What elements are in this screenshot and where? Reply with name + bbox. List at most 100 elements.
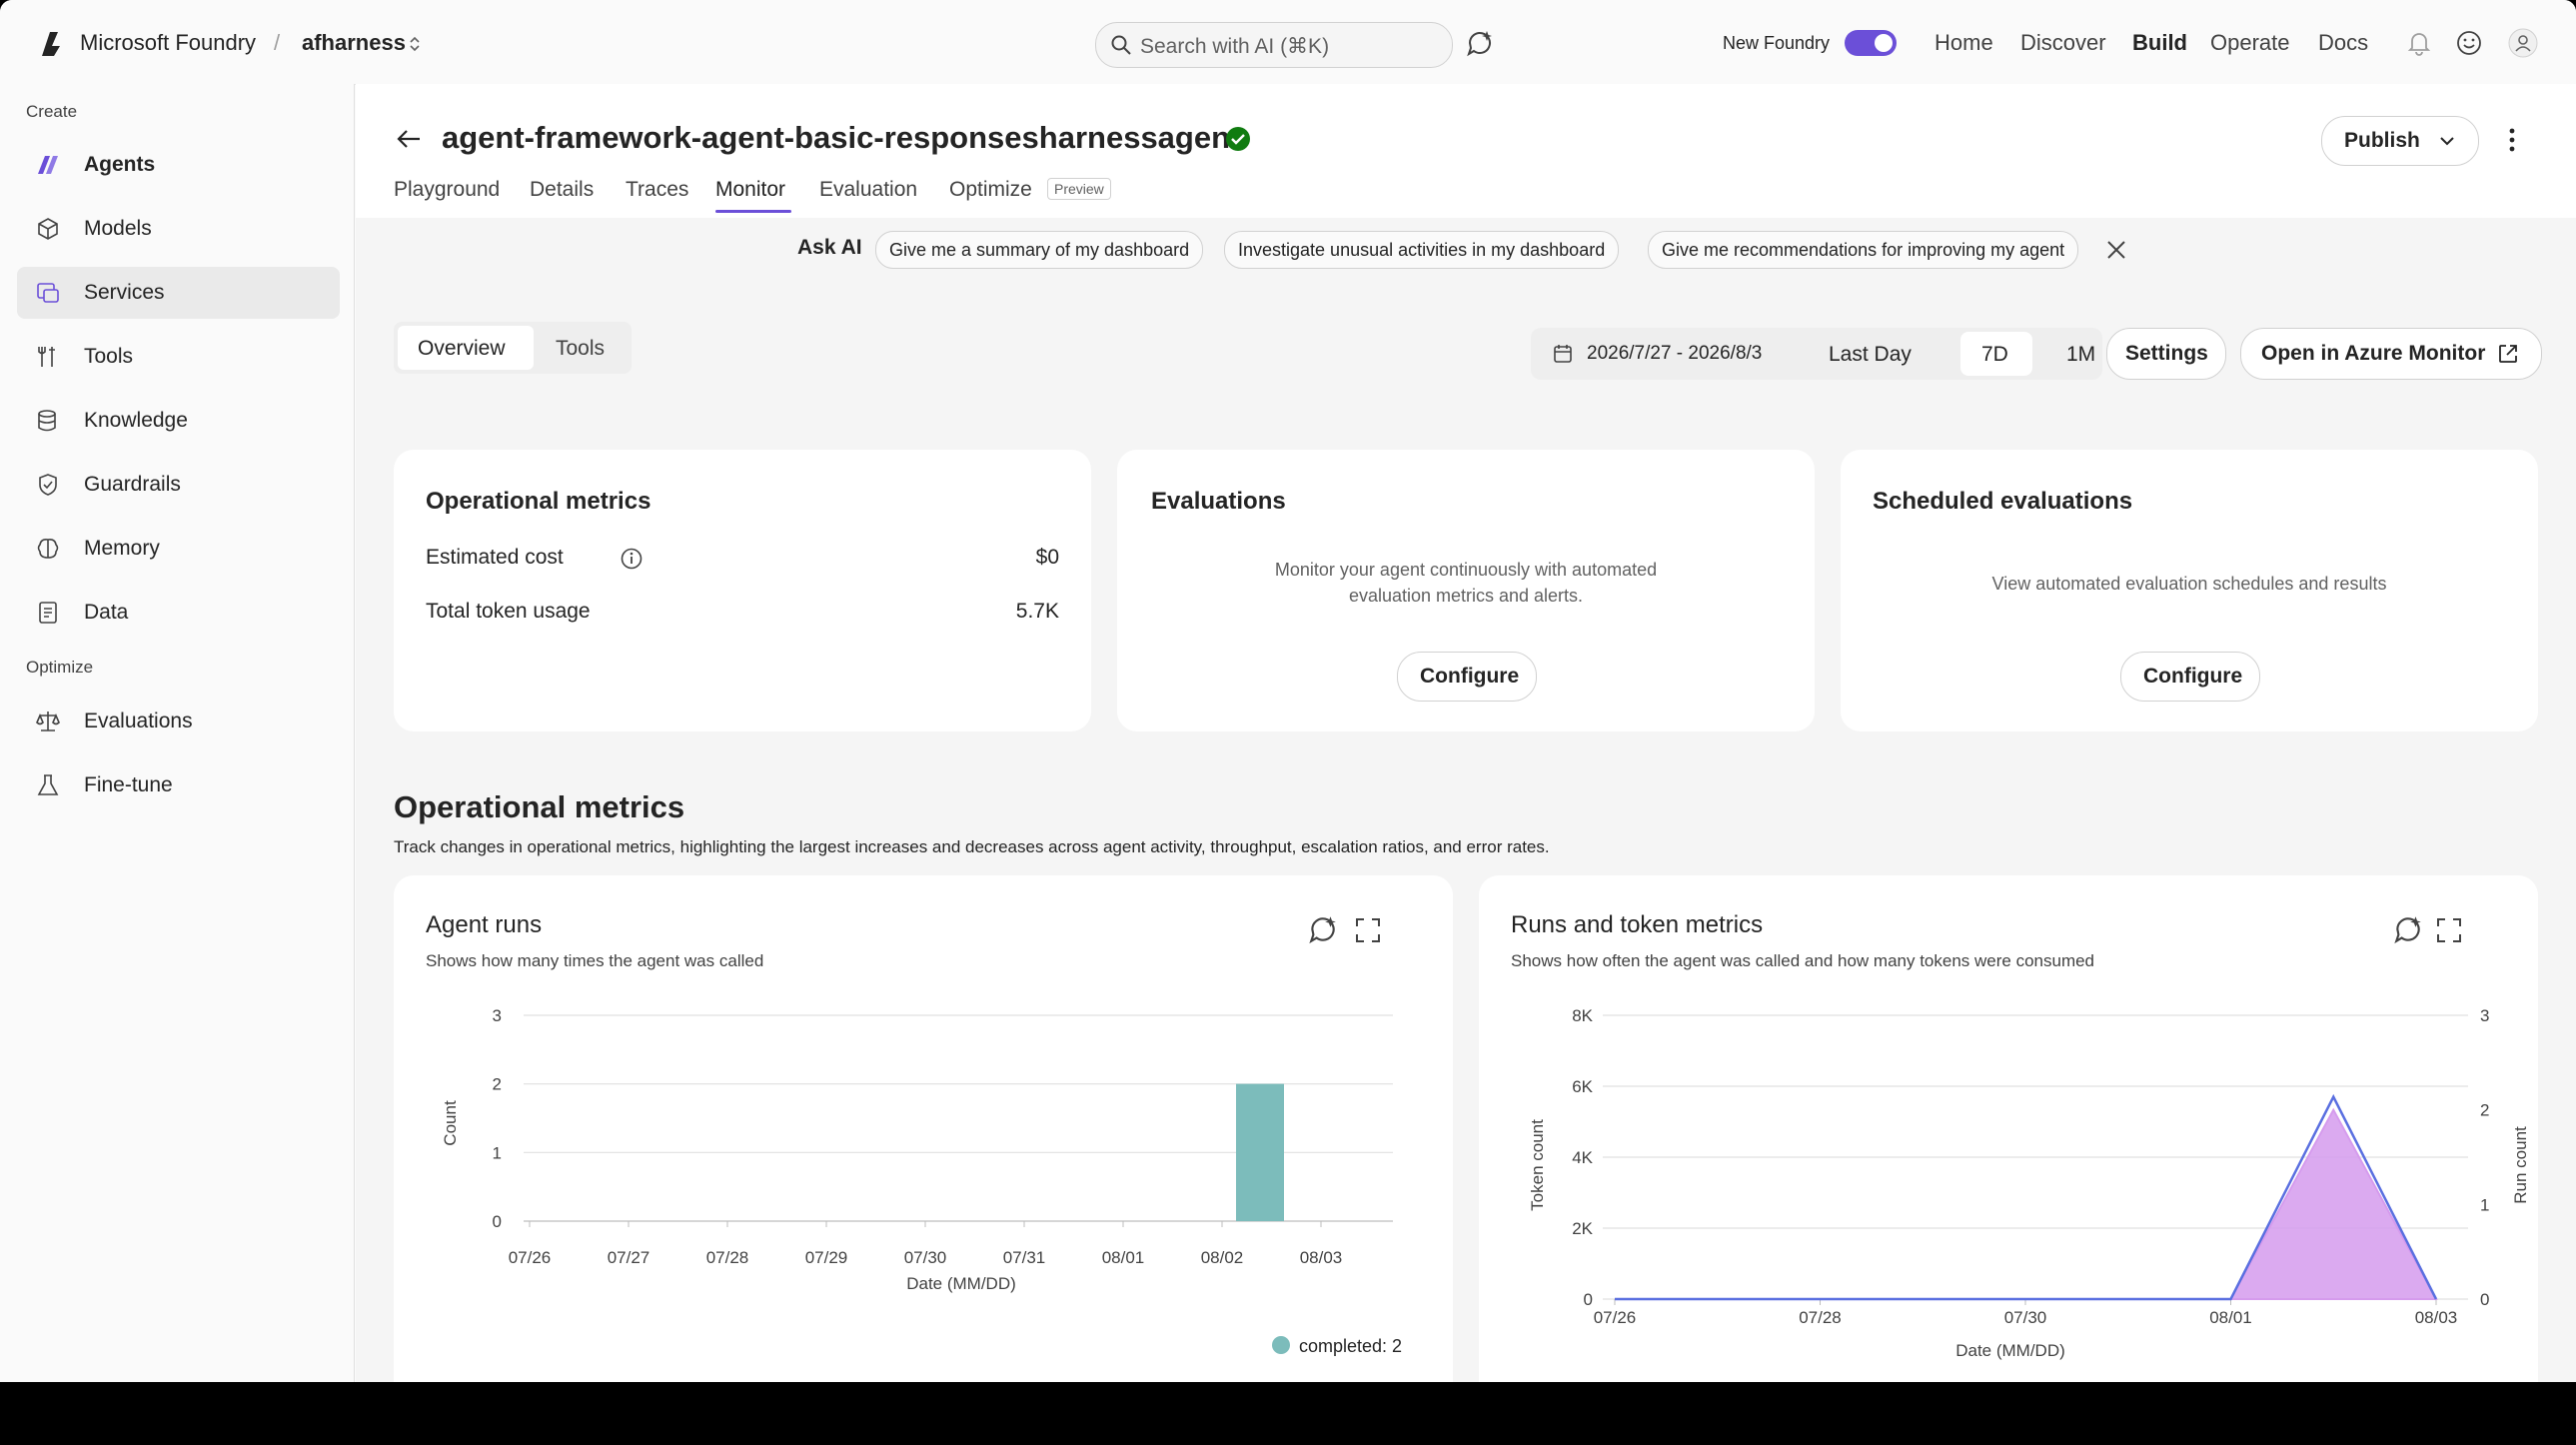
y-left-tick-label: 8K — [1572, 1006, 1593, 1025]
bar — [1236, 1083, 1284, 1221]
range-last-day[interactable]: Last Day — [1829, 343, 1912, 367]
info-icon[interactable] — [620, 547, 644, 571]
publish-button[interactable]: Publish — [2321, 116, 2479, 166]
x-axis-label: Date (MM/DD) — [906, 1274, 1016, 1293]
sidebar-item-tools[interactable]: Tools — [17, 331, 340, 383]
tab-monitor[interactable]: Monitor — [715, 178, 785, 202]
ask-ai-bar: Ask AI Give me a summary of my dashboard… — [356, 218, 2576, 282]
legend-marker — [1272, 1336, 1290, 1354]
feedback-smiley-icon[interactable] — [2456, 30, 2482, 56]
nav-build[interactable]: Build — [2132, 30, 2187, 56]
page-title: agent-framework-agent-basic-responseshar… — [442, 120, 1241, 155]
scheduled-evaluations-card: Scheduled evaluations View automated eva… — [1841, 450, 2538, 731]
external-link-icon — [2499, 345, 2517, 363]
foundry-logo-icon[interactable] — [36, 28, 68, 60]
agent-runs-chart: 0 1 2 3 07/26 07/27 07/28 07/29 07/30 07/31 08/01 0… — [441, 1006, 1402, 1356]
ask-ai-suggestion[interactable]: Give me recommendations for improving my… — [1648, 231, 2079, 269]
tools-icon — [38, 347, 55, 367]
tab-optimize[interactable]: Optimize — [949, 178, 1032, 202]
preview-badge: Preview — [1047, 178, 1111, 200]
nav-discover[interactable]: Discover — [2020, 30, 2106, 56]
sidebar-item-label: Evaluations — [84, 710, 193, 732]
runs-token-chart-card: Runs and token metrics Shows how often t… — [1479, 875, 2538, 1382]
sidebar-item-evaluations[interactable]: Evaluations — [17, 696, 340, 747]
evaluations-description-1: Monitor your agent continuously with aut… — [1274, 560, 1658, 580]
sidebar-item-agents[interactable]: Agents — [17, 139, 340, 191]
x-tick-label: 08/03 — [1300, 1248, 1343, 1267]
x-tick-label: 07/26 — [1594, 1308, 1637, 1327]
copilot-chat-icon[interactable] — [1465, 28, 1495, 58]
configure-scheduled-button[interactable]: Configure — [2120, 652, 2260, 702]
sidebar-item-guardrails[interactable]: Guardrails — [17, 459, 340, 511]
tab-tools[interactable]: Tools — [556, 337, 605, 361]
y-left-tick-label: 0 — [1584, 1290, 1593, 1309]
search-placeholder: Search with AI (⌘K) — [1140, 35, 1330, 58]
search-input[interactable]: Search with AI (⌘K) — [1095, 22, 1453, 68]
sidebar-section-optimize: Optimize — [26, 658, 94, 677]
x-tick-label: 07/29 — [805, 1248, 848, 1267]
x-tick-label: 07/30 — [904, 1248, 947, 1267]
back-arrow-icon[interactable] — [394, 124, 424, 154]
x-tick-label: 07/30 — [2004, 1308, 2047, 1327]
brand-name[interactable]: Microsoft Foundry — [80, 30, 256, 56]
left-sidebar: Create Agents Models Services Tools Know… — [0, 84, 355, 1382]
ask-ai-label: Ask AI — [797, 236, 862, 259]
sidebar-item-models[interactable]: Models — [17, 203, 340, 255]
x-tick-label: 08/01 — [1102, 1248, 1145, 1267]
x-tick-label: 07/28 — [1799, 1308, 1842, 1327]
cube-icon — [38, 218, 58, 240]
configure-evaluations-button[interactable]: Configure — [1397, 652, 1537, 702]
tab-overview[interactable]: Overview — [398, 326, 534, 370]
tab-details[interactable]: Details — [530, 178, 594, 202]
token-usage-value: 5.7K — [1015, 600, 1059, 623]
y-axis-label: Count — [441, 1100, 460, 1146]
nav-home[interactable]: Home — [1934, 30, 1993, 56]
range-7d[interactable]: 7D — [1960, 332, 2032, 376]
sidebar-item-knowledge[interactable]: Knowledge — [17, 395, 340, 447]
account-avatar-icon[interactable] — [2508, 28, 2538, 58]
range-1m[interactable]: 1M — [2066, 343, 2095, 367]
sidebar-item-label: Models — [84, 217, 152, 240]
new-foundry-toggle[interactable] — [1845, 30, 1897, 56]
sidebar-item-data[interactable]: Data — [17, 587, 340, 639]
new-foundry-label: New Foundry — [1723, 33, 1831, 53]
ask-ai-suggestion[interactable]: Give me a summary of my dashboard — [875, 231, 1204, 269]
y-left-tick-label: 4K — [1572, 1148, 1593, 1167]
section-title: Operational metrics — [394, 789, 685, 824]
operational-metrics-card: Operational metrics Estimated cost $0 To… — [394, 450, 1091, 731]
y-tick-label: 2 — [493, 1075, 502, 1094]
status-check-icon — [1226, 127, 1250, 151]
close-icon[interactable] — [2104, 238, 2128, 262]
configure-label: Configure — [2143, 665, 2243, 688]
sidebar-item-fine-tune[interactable]: Fine-tune — [17, 759, 340, 811]
bell-icon[interactable] — [2406, 30, 2432, 56]
x-tick-label: 07/27 — [608, 1248, 650, 1267]
document-icon — [39, 602, 57, 624]
agent-runs-chart-card: Agent runs Shows how many times the agen… — [394, 875, 1453, 1382]
tab-overview-label: Overview — [418, 337, 506, 360]
y-tick-label: 0 — [493, 1212, 502, 1231]
more-options-icon[interactable] — [2506, 124, 2518, 156]
brain-icon — [37, 539, 59, 559]
ask-ai-suggestion[interactable]: Investigate unusual activities in my das… — [1224, 231, 1620, 269]
settings-button[interactable]: Settings — [2106, 328, 2226, 380]
sidebar-item-label: Data — [84, 601, 129, 624]
sidebar-item-services[interactable]: Services — [17, 267, 340, 319]
runs-token-chart: 0 2K 4K 6K 8K 0 1 2 3 07/26 07/28 07/30 08/01 08/03 Da… — [1528, 1006, 2530, 1360]
sidebar-item-memory[interactable]: Memory — [17, 523, 340, 575]
monitor-content: Overview Tools 2026/7/27 - 2026/8/3 Last… — [356, 282, 2576, 1382]
y-left-axis-label: Token count — [1528, 1119, 1547, 1211]
scale-icon — [36, 712, 60, 731]
nav-operate[interactable]: Operate — [2210, 30, 2290, 56]
tab-playground[interactable]: Playground — [394, 178, 500, 202]
date-range-picker[interactable]: 2026/7/27 - 2026/8/3 — [1587, 343, 1762, 365]
nav-docs[interactable]: Docs — [2318, 30, 2368, 56]
sidebar-item-label: Fine-tune — [84, 773, 173, 796]
y-right-tick-label: 1 — [2480, 1195, 2489, 1214]
tab-traces[interactable]: Traces — [626, 178, 688, 202]
project-selector[interactable]: afharness — [302, 30, 406, 56]
open-azure-monitor-button[interactable]: Open in Azure Monitor — [2240, 328, 2542, 380]
date-range-group: 2026/7/27 - 2026/8/3 Last Day 7D 1M — [1531, 328, 2102, 380]
tab-evaluation[interactable]: Evaluation — [819, 178, 917, 202]
chevron-updown-icon[interactable] — [408, 34, 422, 54]
